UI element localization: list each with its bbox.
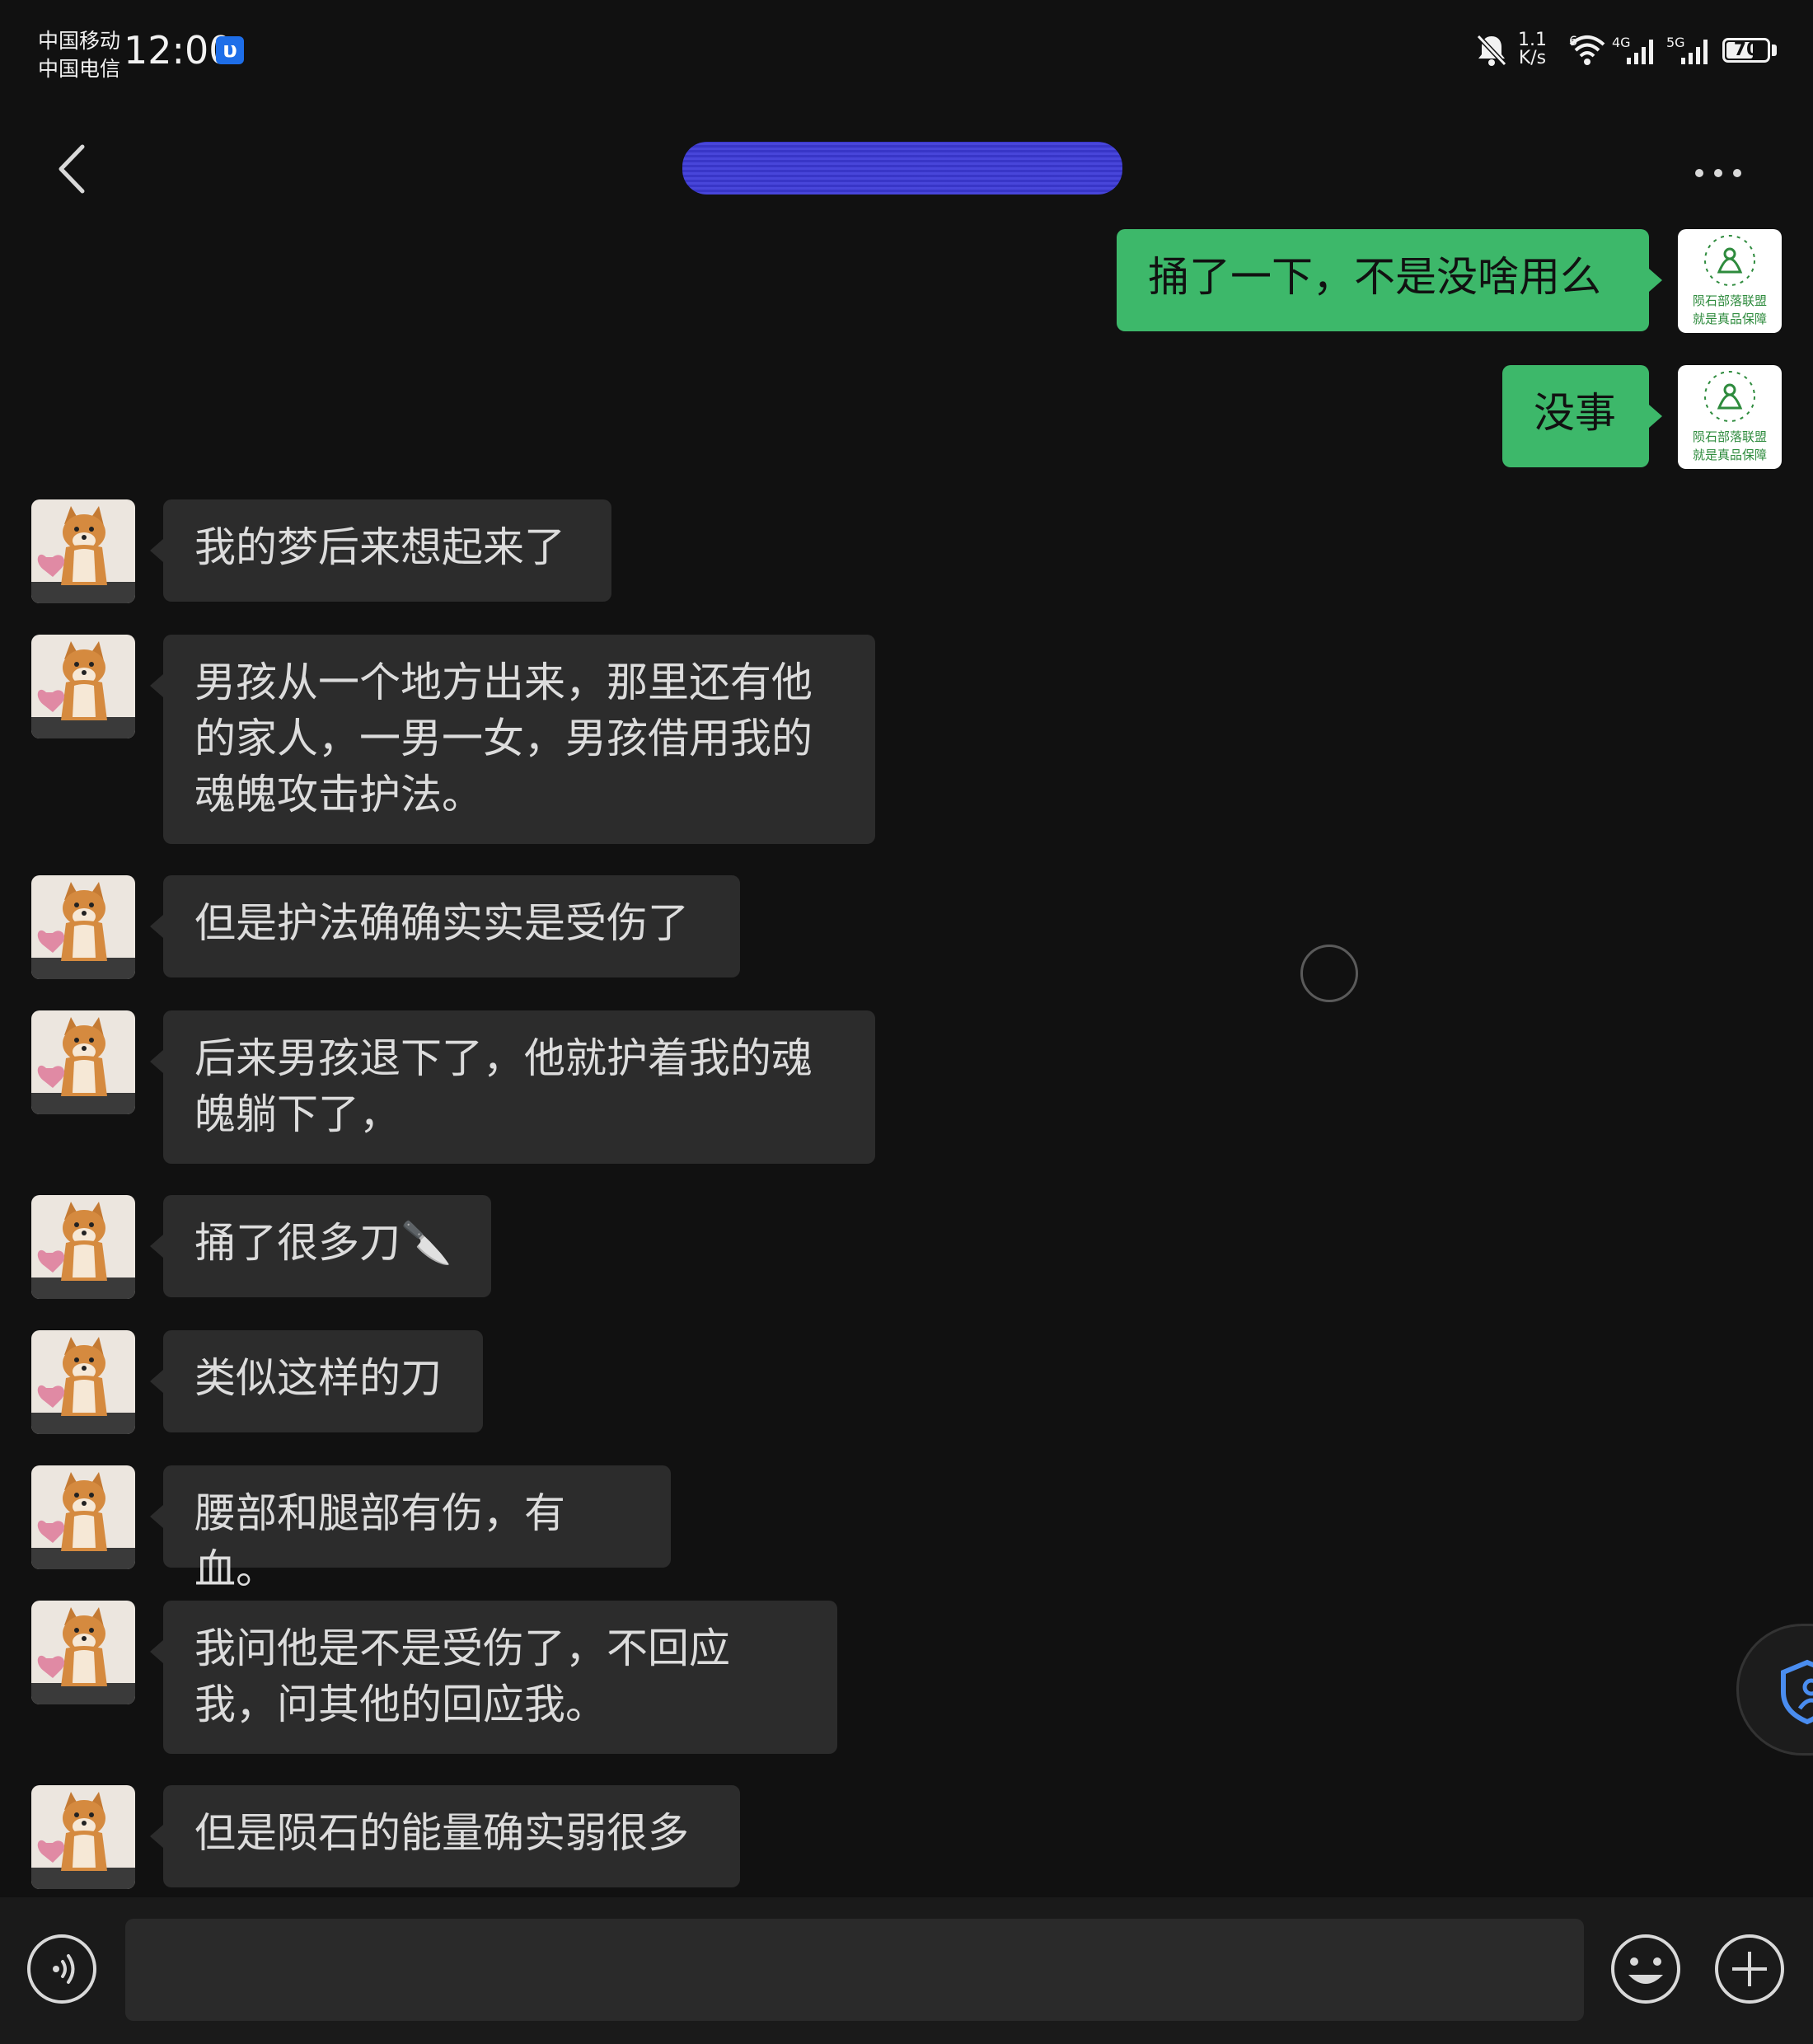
message-bubble-incoming[interactable]: 但是护法确确实实是受伤了 — [163, 875, 740, 977]
shiba-puppy-avatar — [31, 499, 135, 603]
shiba-puppy-avatar — [31, 1465, 135, 1569]
shiba-puppy-avatar — [31, 1195, 135, 1299]
emblem-line-1: 陨石部落联盟 — [1693, 293, 1767, 308]
redacted-chat-title — [682, 142, 1122, 195]
bubble-tail — [150, 1825, 163, 1848]
message-bubble-incoming[interactable]: 我问他是不是受伤了，不回应我，问其他的回应我。 — [163, 1601, 837, 1754]
avatar-self[interactable]: 陨石部落联盟 就是真品保障 — [1678, 229, 1782, 333]
emblem-line-2: 就是真品保障 — [1693, 448, 1767, 462]
bubble-tail — [150, 674, 163, 697]
message-bubble-incoming[interactable]: 后来男孩退下了，他就护着我的魂魄躺下了， — [163, 1010, 875, 1164]
shiba-puppy-avatar — [31, 1330, 135, 1434]
shiba-puppy-avatar — [31, 635, 135, 738]
avatar-contact[interactable] — [31, 1465, 135, 1569]
avatar-contact[interactable] — [31, 1601, 135, 1704]
message-bubble-incoming[interactable]: 捅了很多刀🔪 — [163, 1195, 491, 1297]
shiba-puppy-avatar — [31, 1010, 135, 1114]
chevron-left-icon[interactable] — [49, 140, 99, 198]
floating-circle-icon[interactable] — [1300, 945, 1358, 1002]
message-bubble-incoming[interactable]: 男孩从一个地方出来，那里还有他的家人，一男一女，男孩借用我的魂魄攻击护法。 — [163, 635, 875, 844]
shiba-puppy-avatar — [31, 1785, 135, 1889]
network-speed-value: 1.1 — [1518, 30, 1547, 50]
signal-icon — [1681, 40, 1708, 64]
message-bubble-incoming[interactable]: 腰部和腿部有伤，有血。 — [163, 1465, 671, 1593]
avatar-contact[interactable] — [31, 875, 135, 979]
plus-icon[interactable] — [1712, 1932, 1787, 2006]
battery-tip — [1772, 45, 1777, 56]
message-bubble-incoming[interactable]: 类似这样的刀 — [163, 1330, 483, 1432]
message-input[interactable] — [125, 1919, 1584, 2021]
message-bubble-outgoing[interactable]: 没事 — [1502, 365, 1649, 467]
message-bubble-incoming[interactable]: 但是陨石的能量确实弱很多 — [163, 1785, 740, 1887]
avatar-contact[interactable] — [31, 1785, 135, 1889]
meteorite-emblem-avatar: 陨石部落联盟 就是真品保障 — [1693, 235, 1767, 326]
battery-icon: 70 — [1722, 38, 1770, 63]
avatar-contact[interactable] — [31, 635, 135, 738]
bubble-tail — [150, 1235, 163, 1258]
bubble-tail — [150, 915, 163, 938]
emblem-line-1: 陨石部落联盟 — [1693, 429, 1767, 444]
wifi-label: 6 — [1569, 33, 1578, 49]
bubble-tail — [150, 1370, 163, 1393]
message-bubble-outgoing[interactable]: 捅了一下，不是没啥用么 — [1117, 229, 1649, 331]
voice-icon[interactable] — [25, 1932, 99, 2006]
input-bar — [0, 1897, 1813, 2044]
carrier-2-label: 中国电信 — [38, 57, 121, 81]
app-notification-icon: υ — [216, 36, 244, 64]
meteorite-emblem-avatar: 陨石部落联盟 就是真品保障 — [1693, 371, 1767, 462]
avatar-contact[interactable] — [31, 499, 135, 603]
avatar-contact[interactable] — [31, 1195, 135, 1299]
chat-header — [0, 99, 1813, 223]
bubble-tail — [1649, 269, 1662, 292]
bubble-tail — [150, 539, 163, 562]
signal-icon — [1627, 40, 1653, 64]
network-speed-unit: K/s — [1518, 48, 1547, 68]
emoji-icon[interactable] — [1609, 1932, 1683, 2006]
bubble-tail — [1649, 405, 1662, 428]
shiba-puppy-avatar — [31, 875, 135, 979]
emblem-line-2: 就是真品保障 — [1693, 312, 1767, 326]
avatar-contact[interactable] — [31, 1330, 135, 1434]
shield-glyph — [1781, 1659, 1813, 1725]
bubble-tail — [150, 1050, 163, 1073]
shiba-puppy-avatar — [31, 1601, 135, 1704]
carrier-1-label: 中国移动 — [38, 29, 121, 53]
avatar-contact[interactable] — [31, 1010, 135, 1114]
network-speed: 1.1 K/s — [1518, 31, 1547, 68]
message-bubble-incoming[interactable]: 我的梦后来想起来了 — [163, 499, 611, 602]
battery-percent: 70 — [1733, 40, 1759, 60]
avatar-self[interactable]: 陨石部落联盟 就是真品保障 — [1678, 365, 1782, 469]
bubble-tail — [150, 1640, 163, 1663]
status-bar: 中国移动 中国电信 12:00 υ 1.1 K/s 6 4G 5G 70 — [0, 0, 1813, 99]
shield-user-icon[interactable] — [1736, 1624, 1813, 1756]
bubble-tail — [150, 1505, 163, 1528]
bell-muted-icon — [1476, 34, 1507, 67]
more-dots-icon[interactable] — [1689, 157, 1747, 190]
